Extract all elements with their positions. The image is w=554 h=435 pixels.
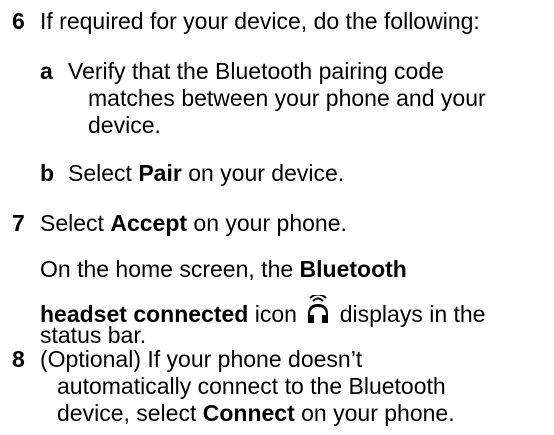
step-6-text: If required for your device, do the foll… — [40, 8, 480, 34]
step-8-line1: (Optional) If your phone doesn’t — [40, 346, 363, 372]
substep-a-line1: Verify that the Bluetooth pairing code — [68, 58, 444, 84]
connect-label: Connect — [202, 400, 295, 426]
pair-label: Pair — [138, 160, 182, 186]
substep-b-text: Select Pair on your device. — [68, 160, 345, 186]
step-8-number: 8 — [12, 346, 25, 372]
bluetooth-headset-connected-icon — [305, 293, 331, 331]
accept-label: Accept — [110, 210, 188, 236]
step-6-number: 6 — [12, 8, 25, 34]
step-8-line3: device, select Connect on your phone. — [57, 400, 455, 426]
substep-a-letter: a — [40, 58, 53, 84]
step-7-text: Select Accept on your phone. — [40, 210, 347, 236]
substep-a-line2: matches between your phone and your — [88, 85, 486, 111]
substep-a-line3: device. — [88, 112, 161, 138]
step-7-number: 7 — [12, 210, 25, 236]
step-8-line2: automatically connect to the Bluetooth — [57, 373, 446, 399]
step-7-note-line1: On the home screen, the Bluetooth — [40, 256, 407, 282]
substep-b-letter: b — [40, 160, 55, 186]
step-7-note-line3: status bar. — [40, 322, 147, 348]
